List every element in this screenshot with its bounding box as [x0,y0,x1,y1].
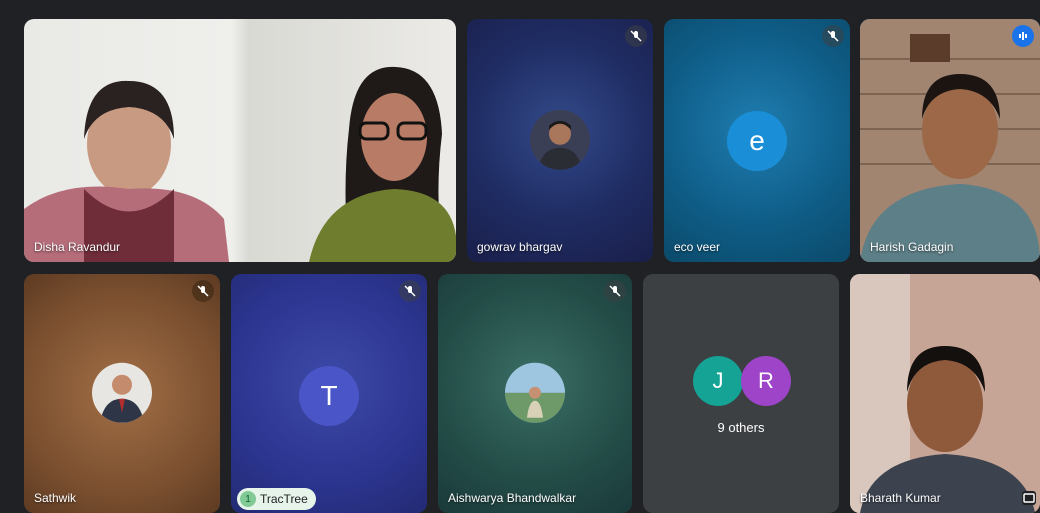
participant-tile-gowrav[interactable]: gowrav bhargav [467,19,653,262]
participant-tile-eco-veer[interactable]: e eco veer [664,19,850,262]
participant-name: eco veer [674,240,721,254]
name-badge: 1 TracTree [237,488,316,510]
others-count: 9 others [717,420,765,435]
avatar-initial: J [712,368,724,393]
participant-tile-bharath[interactable]: Bharath Kumar [850,274,1040,513]
participant-tile-sathwik[interactable]: Sathwik [24,274,220,513]
avatar [92,362,152,423]
participant-name: Bharath Kumar [860,491,941,505]
avatar-j: J [693,356,743,406]
participant-name: gowrav bhargav [477,240,563,254]
participant-name: Harish Gadagin [870,240,954,254]
avatar-r: R [741,356,791,406]
participant-video [24,66,456,262]
mic-off-icon [604,280,626,302]
avatar: e [727,111,787,171]
participant-tile-disha[interactable]: Disha Ravandur [24,19,456,262]
avatar-initial: R [758,368,774,393]
avatar: T [299,366,359,426]
participant-tile-tractree[interactable]: T 1 TracTree [231,274,427,513]
audio-level-icon [1012,25,1034,47]
participant-name: Aishwarya Bhandwalkar [448,491,577,505]
avatar [505,362,565,423]
avatar-initial: e [749,125,765,156]
participant-video [850,274,1040,513]
present-screen-icon [1022,491,1036,505]
participant-name: Sathwik [34,491,77,505]
mic-off-icon [822,25,844,47]
participant-tile-harish[interactable]: Harish Gadagin [860,19,1040,262]
mic-off-icon [192,280,214,302]
avatar [530,109,590,170]
participant-name: Disha Ravandur [34,240,121,254]
others-tile[interactable]: J R 9 others [643,274,839,513]
participant-tile-aishwarya[interactable]: Aishwarya Bhandwalkar [438,274,632,513]
avatar-initial: T [320,380,338,411]
mic-off-icon [399,280,421,302]
participant-video [860,19,1040,262]
participant-name: TracTree [260,492,308,506]
mic-off-icon [625,25,647,47]
badge-count: 1 [240,491,256,507]
